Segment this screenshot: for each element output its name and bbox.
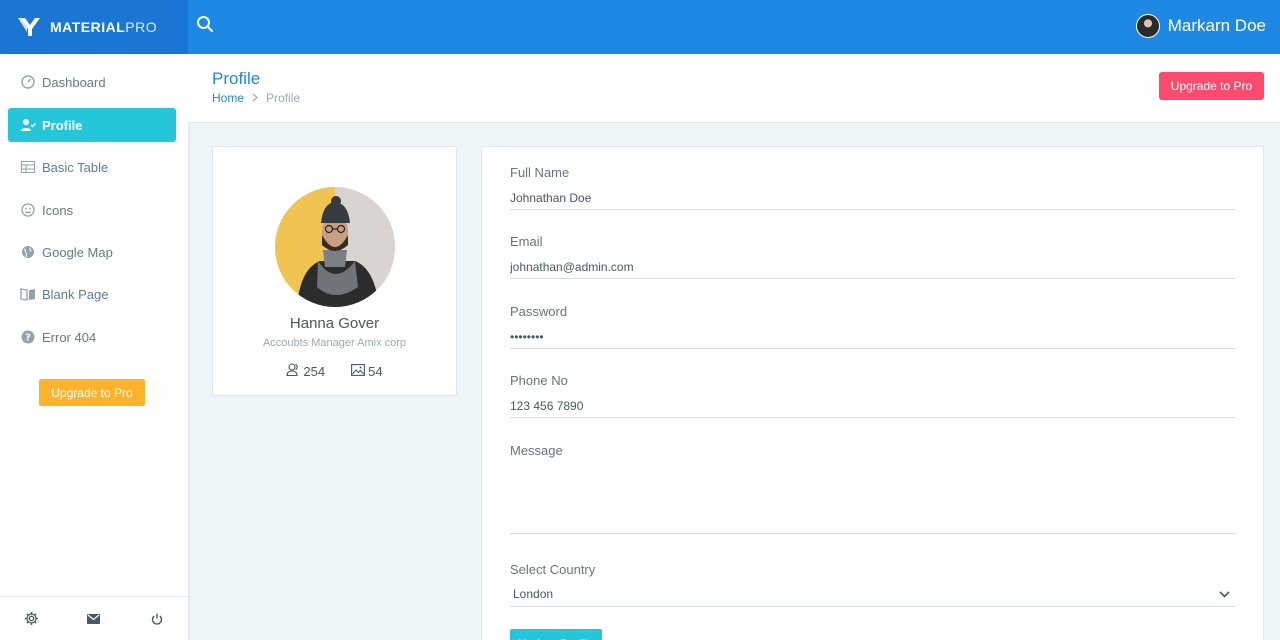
photos-stat: 54	[351, 363, 383, 379]
brand[interactable]: MATERIALPRO	[0, 0, 188, 54]
topbar: MATERIALPRO Markarn Doe	[0, 0, 1280, 54]
password-field[interactable]	[510, 325, 1236, 349]
mail-icon[interactable]	[86, 611, 102, 627]
country-selected-value: London	[513, 586, 554, 601]
sidebar-item-basic-table[interactable]: Basic Table	[8, 150, 176, 184]
page-header: Profile Home Profile Upgrade to Pro	[188, 54, 1280, 123]
search-icon[interactable]	[196, 15, 216, 35]
users-icon	[286, 363, 300, 379]
book-open-icon	[20, 286, 36, 302]
user-name: Markarn Doe	[1167, 16, 1266, 35]
sidebar-item-blank-page[interactable]: Blank Page	[8, 277, 176, 311]
country-select[interactable]: London	[510, 581, 1236, 607]
power-icon[interactable]	[149, 611, 165, 627]
sidebar: Dashboard Profile Basic Table Icons Goog…	[0, 54, 188, 640]
sidebar-item-icons[interactable]: Icons	[8, 193, 176, 227]
breadcrumb: Home Profile	[212, 91, 300, 105]
chevron-down-icon	[1219, 587, 1230, 601]
sidebar-item-label: Profile	[42, 117, 83, 133]
sidebar-item-label: Basic Table	[42, 159, 109, 175]
page-title: Profile	[212, 69, 261, 88]
brand-name: MATERIALPRO	[50, 19, 157, 35]
picture-icon	[351, 363, 366, 379]
globe-icon	[20, 244, 36, 260]
followers-count: 254	[303, 363, 326, 379]
password-label: Password	[510, 304, 568, 319]
followers-stat: 254	[286, 363, 325, 379]
email-field[interactable]	[510, 255, 1236, 279]
message-field[interactable]	[510, 462, 1236, 534]
sidebar-item-dashboard[interactable]: Dashboard	[8, 65, 176, 99]
sidebar-item-label: Icons	[42, 202, 74, 218]
sidebar-item-label: Blank Page	[42, 286, 109, 302]
header-upgrade-button[interactable]: Upgrade to Pro	[1159, 72, 1264, 100]
user-avatar	[1135, 14, 1160, 38]
sidebar-upgrade-button[interactable]: Upgrade to Pro	[39, 379, 145, 406]
email-label: Email	[510, 234, 543, 249]
profile-stats: 254 54	[213, 363, 456, 379]
country-label: Select Country	[510, 562, 596, 577]
message-label: Message	[510, 443, 563, 458]
logo-icon	[18, 18, 40, 36]
svg-text:?: ?	[25, 333, 31, 344]
brand-name-bold: MATERIAL	[50, 19, 126, 35]
sidebar-item-label: Error 404	[42, 329, 97, 345]
sidebar-item-profile[interactable]: Profile	[8, 108, 176, 142]
sidebar-item-google-map[interactable]: Google Map	[8, 235, 176, 269]
full-name-field[interactable]	[510, 186, 1236, 210]
smiley-icon	[20, 202, 36, 218]
sidebar-item-error-404[interactable]: ? Error 404	[8, 320, 176, 354]
dashboard-icon	[20, 74, 36, 90]
sidebar-item-label: Google Map	[42, 244, 113, 260]
profile-name: Hanna Gover	[289, 315, 380, 332]
sidebar-footer	[0, 596, 188, 640]
full-name-label: Full Name	[510, 165, 570, 180]
profile-form: Full Name Email Password Phone No Messag…	[481, 146, 1264, 640]
profile-avatar	[275, 187, 395, 307]
brand-name-light: PRO	[125, 19, 158, 35]
account-check-icon	[20, 117, 36, 133]
phone-field[interactable]	[510, 394, 1236, 418]
user-menu[interactable]: Markarn Doe	[1135, 14, 1266, 38]
phone-label: Phone No	[510, 373, 568, 388]
help-circle-icon: ?	[20, 329, 36, 345]
chevron-right-icon	[252, 91, 258, 105]
breadcrumb-home-link[interactable]: Home	[212, 91, 244, 105]
photos-count: 54	[368, 363, 383, 379]
breadcrumb-current: Profile	[266, 91, 301, 105]
profile-role: Accoubts Manager Amix corp	[262, 337, 407, 349]
table-icon	[20, 159, 36, 175]
update-profile-button[interactable]: Update Profile	[510, 629, 602, 640]
profile-card: Hanna Gover Accoubts Manager Amix corp 2…	[212, 146, 457, 396]
sidebar-item-label: Dashboard	[42, 74, 106, 90]
settings-icon[interactable]	[23, 611, 39, 627]
